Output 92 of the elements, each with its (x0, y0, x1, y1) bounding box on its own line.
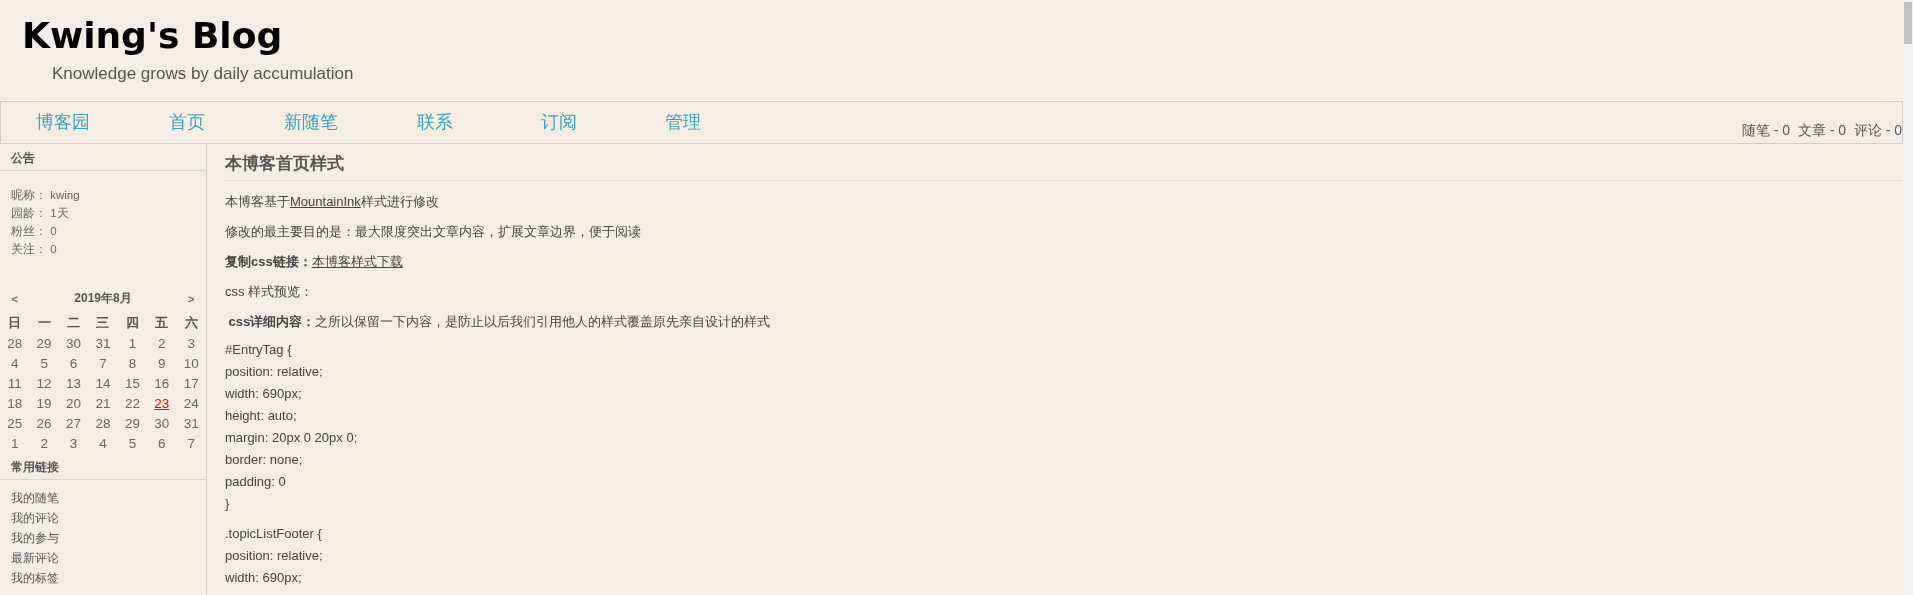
post-paragraph: css详细内容：之所以保留一下内容，是防止以后我们引用他人的样式覆盖原先亲自设计的样式 (227, 313, 772, 331)
section-title: 公告 (0, 144, 206, 171)
calendar-date: 5 (39, 354, 49, 373)
text-link[interactable]: MountainInk (290, 194, 361, 209)
code-line: width: 690px; (225, 385, 303, 403)
blog-subtitle: Knowledge grows by daily accumulation (52, 64, 355, 84)
calendar-date: 30 (153, 414, 171, 433)
weekday-label: 五 (154, 314, 170, 332)
weekday-label: 一 (36, 314, 52, 332)
code-line: margin: 20px 0 20px 0; (225, 429, 359, 447)
calendar-date: 10 (182, 354, 200, 373)
calendar-date: 9 (157, 354, 167, 373)
calendar-date: 29 (123, 414, 141, 433)
nav-link[interactable]: 博客园 (1, 102, 125, 143)
sidebar-link[interactable]: 最新评论 (11, 552, 59, 564)
calendar-date: 28 (6, 334, 24, 353)
calendar-date: 7 (186, 434, 196, 453)
profile-line: 粉丝： 0 (11, 224, 58, 239)
nav-link[interactable]: 订阅 (497, 102, 621, 143)
nav-link[interactable]: 新随笔 (249, 102, 373, 143)
section-title: 常用链接 (0, 453, 206, 480)
calendar-date: 8 (127, 354, 138, 373)
calendar-date: 18 (6, 394, 24, 413)
calendar-date: 31 (94, 334, 112, 353)
calendar-date: 5 (127, 434, 138, 453)
calendar-date: 2 (39, 434, 49, 453)
calendar-date: 28 (94, 414, 112, 433)
next-month-link[interactable]: > (188, 292, 195, 305)
calendar-date: 20 (65, 394, 83, 413)
post-paragraph: 本博客基于MountainInk样式进行修改 (225, 193, 440, 211)
profile-line: 关注： 0 (11, 242, 58, 257)
calendar-date: 31 (182, 414, 200, 433)
profile-line: 昵称： kwing (11, 188, 81, 203)
post-paragraph: 修改的最主要目的是：最大限度突出文章内容，扩展文章边界，便于阅读 (225, 223, 642, 241)
calendar-date: 2 (157, 334, 167, 353)
calendar-date: 11 (6, 374, 23, 393)
sidebar-link[interactable]: 我的随笔 (11, 492, 59, 504)
calendar-date: 3 (186, 334, 196, 353)
calendar-date: 19 (35, 394, 53, 413)
calendar-date: 22 (123, 394, 141, 413)
calendar-date: 7 (98, 354, 108, 373)
calendar-date: 1 (127, 334, 138, 353)
code-line: padding: 0 (225, 473, 287, 491)
weekday-label: 六 (183, 314, 199, 332)
calendar-date: 26 (35, 414, 53, 433)
code-line: .topicListFooter { (225, 525, 323, 543)
calendar-date: 6 (68, 354, 79, 373)
calendar-date: 25 (6, 414, 24, 433)
calendar-month: 2019年8月 (73, 290, 133, 307)
calendar-date: 21 (94, 394, 112, 413)
calendar-date: 3 (68, 434, 79, 453)
calendar-date: 12 (35, 374, 53, 393)
weekday-label: 日 (7, 314, 23, 332)
blog-stats: 随笔 - 0 文章 - 0 评论 - 0 (1741, 122, 1902, 140)
calendar-date: 6 (157, 434, 167, 453)
calendar-date: 30 (65, 334, 83, 353)
today-date: 23 (153, 394, 171, 413)
text-link[interactable]: 本博客样式下载 (311, 254, 403, 269)
profile-line: 园龄： 1天 (11, 206, 70, 221)
calendar-date: 4 (98, 434, 108, 453)
code-line: border: none; (225, 451, 304, 469)
nav-link[interactable]: 联系 (373, 102, 497, 143)
post-paragraph: css 样式预览： (225, 283, 315, 301)
calendar-date: 4 (9, 354, 20, 373)
sidebar-link[interactable]: 我的标签 (11, 572, 59, 584)
calendar-date: 14 (94, 374, 112, 393)
calendar-date: 29 (35, 334, 53, 353)
calendar-date: 24 (182, 394, 200, 413)
calendar-date: 13 (65, 374, 83, 393)
nav-link[interactable]: 首页 (125, 102, 249, 143)
code-line: } (225, 495, 231, 513)
calendar-date: 15 (123, 374, 141, 393)
code-line: position: relative; (225, 363, 324, 381)
code-line: height: auto; (225, 407, 298, 425)
calendar-date: 17 (182, 374, 200, 393)
sidebar-link[interactable]: 我的参与 (11, 532, 59, 544)
nav-link[interactable]: 管理 (621, 102, 745, 143)
weekday-label: 二 (66, 314, 82, 332)
weekday-label: 三 (95, 314, 111, 332)
calendar-date: 16 (153, 374, 171, 393)
scrollbar[interactable] (1903, 0, 1913, 595)
calendar-date: 1 (9, 434, 20, 453)
post-title: 本博客首页样式 (225, 144, 1903, 181)
code-line: width: 690px; (225, 569, 303, 587)
prev-month-link[interactable]: < (11, 292, 18, 305)
blog-title: Kwing's Blog (22, 14, 284, 58)
code-line: position: relative; (225, 547, 324, 565)
post-paragraph: 复制css链接：本博客样式下载 (225, 253, 404, 271)
code-line: #EntryTag { (225, 341, 293, 359)
weekday-label: 四 (124, 314, 140, 332)
calendar-date: 27 (65, 414, 83, 433)
sidebar-link[interactable]: 我的评论 (11, 512, 59, 524)
